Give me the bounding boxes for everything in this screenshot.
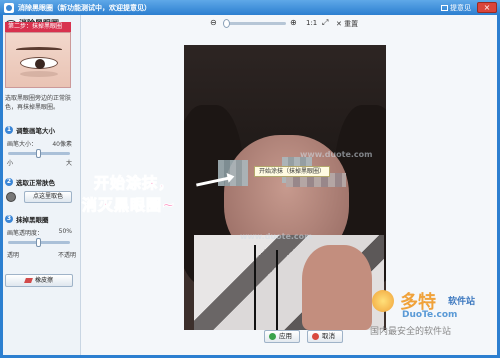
slider-min-label: 透明	[7, 252, 20, 259]
example-thumbnail	[5, 32, 71, 88]
feedback-link[interactable]: 提意见	[441, 3, 471, 13]
eraser-icon	[24, 278, 33, 283]
color-swatch	[6, 192, 16, 202]
section-title: 选取正常肤色	[16, 179, 55, 187]
brush-opacity-knob[interactable]	[36, 238, 41, 247]
section-title: 抹掉黑眼圈	[16, 216, 49, 224]
eraser-label: 橡皮擦	[34, 277, 53, 284]
feedback-icon	[441, 4, 448, 11]
zoom-out-icon[interactable]: ⊖	[210, 18, 217, 27]
brush-size-label: 画笔大小：	[7, 141, 38, 148]
watermark: www.duote.com	[300, 150, 373, 159]
feedback-label: 提意见	[450, 3, 471, 12]
title-bar: 消除黑眼圈（新功能测试中，欢迎提意见） 提意见 ×	[0, 0, 500, 15]
check-icon	[269, 333, 276, 340]
section-brush-size: 1 调整画笔大小	[5, 125, 55, 135]
close-button[interactable]: ×	[477, 2, 497, 13]
zoom-slider[interactable]	[223, 19, 286, 28]
logo-tag: 国内最安全的软件站	[370, 327, 452, 337]
reset-label: 重置	[344, 20, 359, 28]
step-tag: 第二步：抹掉黑眼圈	[5, 22, 71, 32]
logo-sub: 软件站	[448, 297, 476, 307]
photo-hand	[302, 245, 372, 330]
zoom-in-icon[interactable]: ⊕	[290, 18, 297, 27]
brush-opacity-value: 50%	[58, 228, 72, 235]
thumb-dark-circle	[20, 71, 58, 77]
cancel-button[interactable]: 取消	[307, 330, 343, 343]
overlay-text-line1: 开始涂抹，	[93, 174, 175, 193]
thumb-brow	[16, 47, 62, 52]
brush-size-value: 40像素	[52, 141, 72, 148]
apply-label: 应用	[279, 332, 292, 340]
photo-canvas[interactable]	[184, 45, 386, 330]
fit-icon[interactable]: ⤢	[322, 18, 328, 28]
brush-size-knob[interactable]	[36, 149, 41, 158]
brush-opacity-label: 画笔透明度：	[7, 230, 44, 237]
logo-icon	[372, 290, 394, 312]
photo-cord	[254, 245, 256, 330]
brush-opacity-slider[interactable]	[8, 238, 70, 247]
overlay-text-line2: 消灭黑眼圈~	[82, 196, 176, 215]
brush-size-slider[interactable]	[8, 149, 70, 158]
panel-description: 选取黑眼圈旁边的正常肤色，再抹掉黑眼圈。	[5, 95, 72, 111]
zoom-knob[interactable]	[223, 19, 230, 28]
actual-size-button[interactable]: 1:1	[306, 19, 317, 27]
reset-icon: ✕	[336, 20, 342, 28]
logo-url: DuoTe.com	[402, 310, 458, 320]
section-pick-color: 2 选取正常肤色	[5, 177, 55, 187]
window-title: 消除黑眼圈（新功能测试中，欢迎提意见）	[18, 3, 151, 12]
cancel-label: 取消	[322, 332, 335, 340]
slider-max-label: 大	[66, 160, 73, 167]
section-erase: 3 抹掉黑眼圈	[5, 214, 49, 224]
thumb-eye	[20, 57, 58, 69]
eraser-button[interactable]: 橡皮擦	[5, 274, 73, 287]
watermark: www.duote.com	[240, 232, 313, 241]
slider-max-label: 不透明	[58, 252, 77, 259]
photo-cord	[276, 250, 278, 330]
reset-button[interactable]: ✕ 重置	[336, 19, 358, 29]
cancel-icon	[312, 333, 319, 340]
slider-min-label: 小	[7, 160, 14, 167]
app-icon	[4, 2, 14, 13]
apply-button[interactable]: 应用	[264, 330, 300, 343]
section-title: 调整画笔大小	[16, 127, 55, 135]
brush-tooltip: 开始涂抹（抹掉黑眼圈）	[254, 166, 330, 177]
step-number: 1	[5, 126, 13, 134]
step-number: 3	[5, 215, 13, 223]
pick-color-button[interactable]: 点这里取色	[24, 191, 72, 203]
step-number: 2	[5, 178, 13, 186]
duote-logo: 多特 软件站 DuoTe.com 国内最安全的软件站	[370, 288, 492, 337]
